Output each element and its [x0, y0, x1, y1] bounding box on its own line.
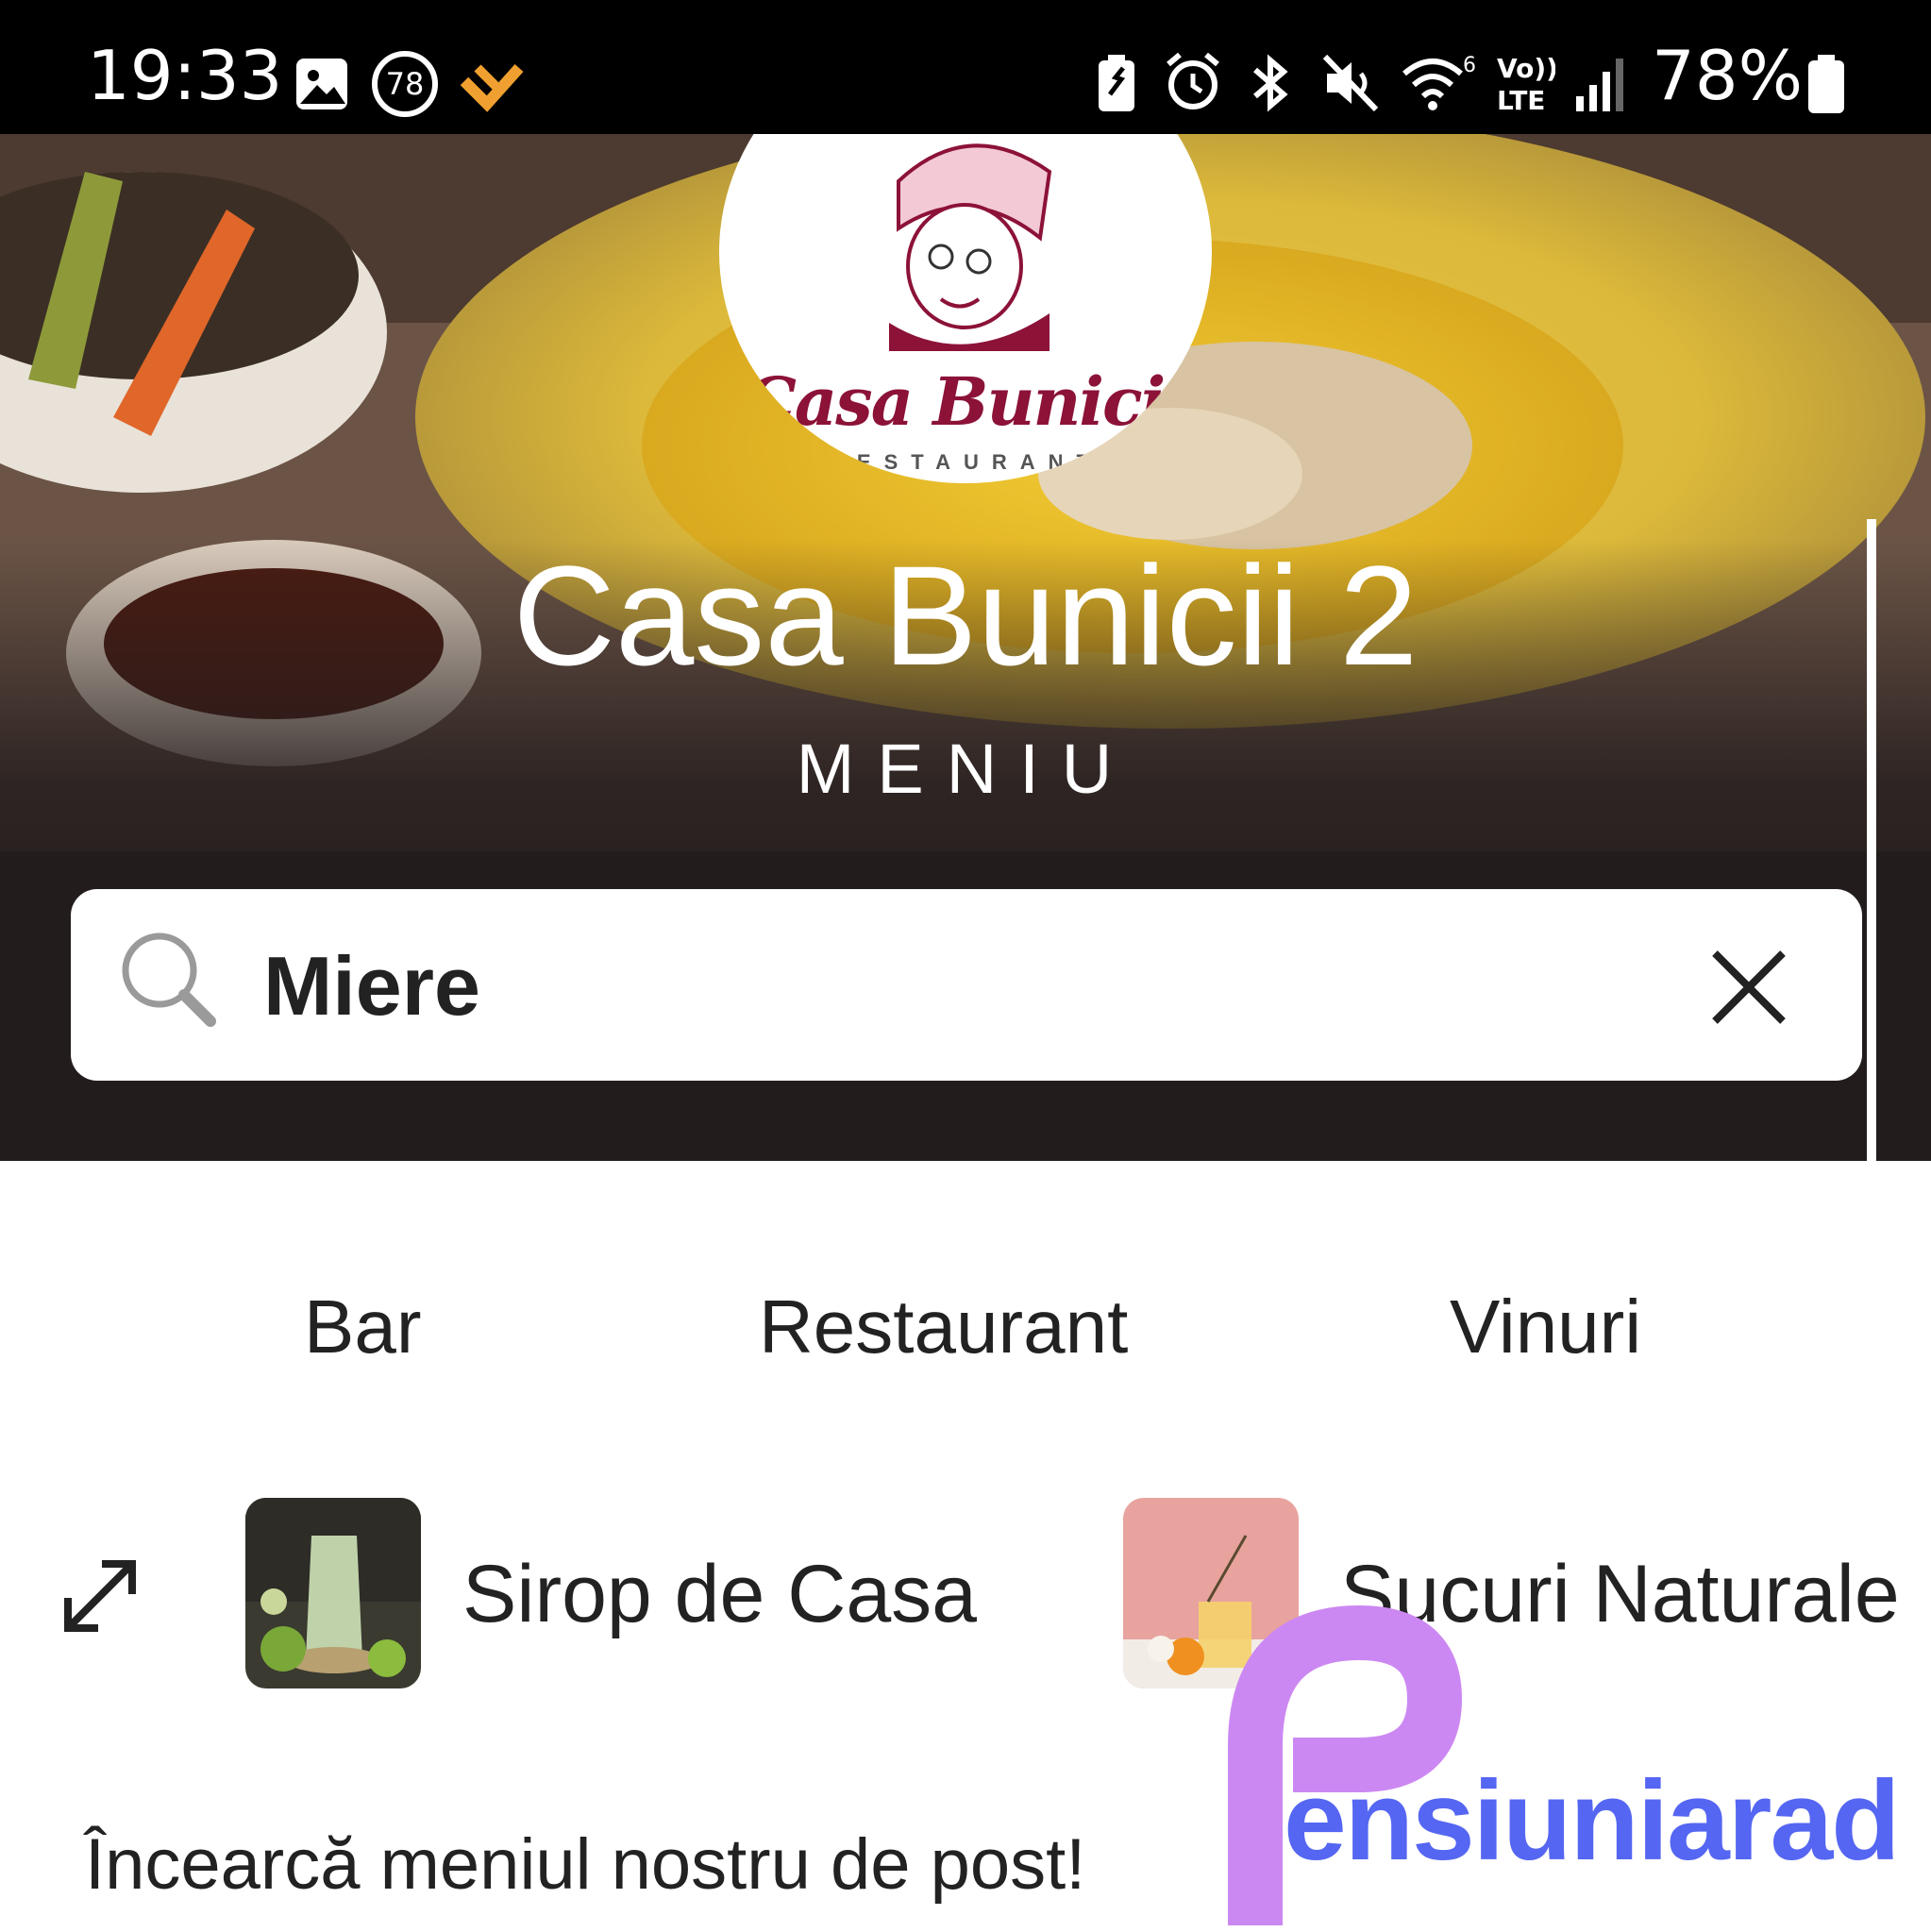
mute-icon [1321, 53, 1380, 118]
app-notification-icon [459, 57, 525, 118]
alarm-icon [1163, 51, 1223, 118]
search-icon [116, 927, 220, 1035]
volte-icon: Vo)) LTE [1493, 51, 1558, 120]
battery-saver-icon [1095, 53, 1138, 120]
watermark-logo: ensiuniarad [1217, 1604, 1931, 1932]
scrollbar[interactable] [1867, 519, 1876, 1161]
badge-icon: 78 [370, 49, 440, 124]
close-icon[interactable] [1709, 948, 1788, 1032]
badge-count: 78 [386, 66, 425, 102]
wifi-icon: 6 [1401, 51, 1476, 120]
restaurant-logo: Casa Bunicii RESTAURANT [719, 134, 1212, 483]
category-thumb-sirop[interactable] [245, 1498, 421, 1688]
expand-icon[interactable] [59, 1554, 142, 1642]
search-value[interactable]: Miere [263, 938, 480, 1034]
page-title: Casa Bunicii 2 [512, 536, 1419, 695]
battery-icon [1806, 53, 1846, 120]
gallery-icon [293, 55, 351, 118]
category-label-sirop[interactable]: Sirop de Casa [462, 1548, 977, 1641]
grandma-illustration [889, 143, 1052, 351]
svg-text:6: 6 [1463, 54, 1476, 77]
status-bar: 19:33 78 6 Vo)) LTE 78% [0, 0, 1931, 134]
page-subtitle: MENIU [796, 730, 1135, 808]
tab-bar[interactable]: Bar [304, 1284, 422, 1370]
signal-icon [1574, 55, 1627, 118]
svg-text:LTE: LTE [1497, 85, 1545, 115]
promo-text[interactable]: Încearcă meniul nostru de post! [85, 1823, 1085, 1906]
status-time: 19:33 [87, 36, 283, 115]
hero-header: Casa Bunicii RESTAURANT Casa Bunicii 2 M… [0, 134, 1931, 1161]
logo-subtitle: RESTAURANT [829, 450, 1102, 474]
search-input[interactable]: Miere [71, 889, 1862, 1081]
tab-vinuri[interactable]: Vinuri [1450, 1284, 1641, 1370]
svg-text:Vo)): Vo)) [1497, 53, 1555, 84]
tab-restaurant[interactable]: Restaurant [759, 1284, 1128, 1370]
watermark-text: ensiuniarad [1284, 1757, 1901, 1884]
bluetooth-icon [1244, 53, 1297, 118]
battery-percent: 78% [1652, 36, 1804, 115]
logo-script-text: Casa Bunicii [744, 362, 1189, 441]
